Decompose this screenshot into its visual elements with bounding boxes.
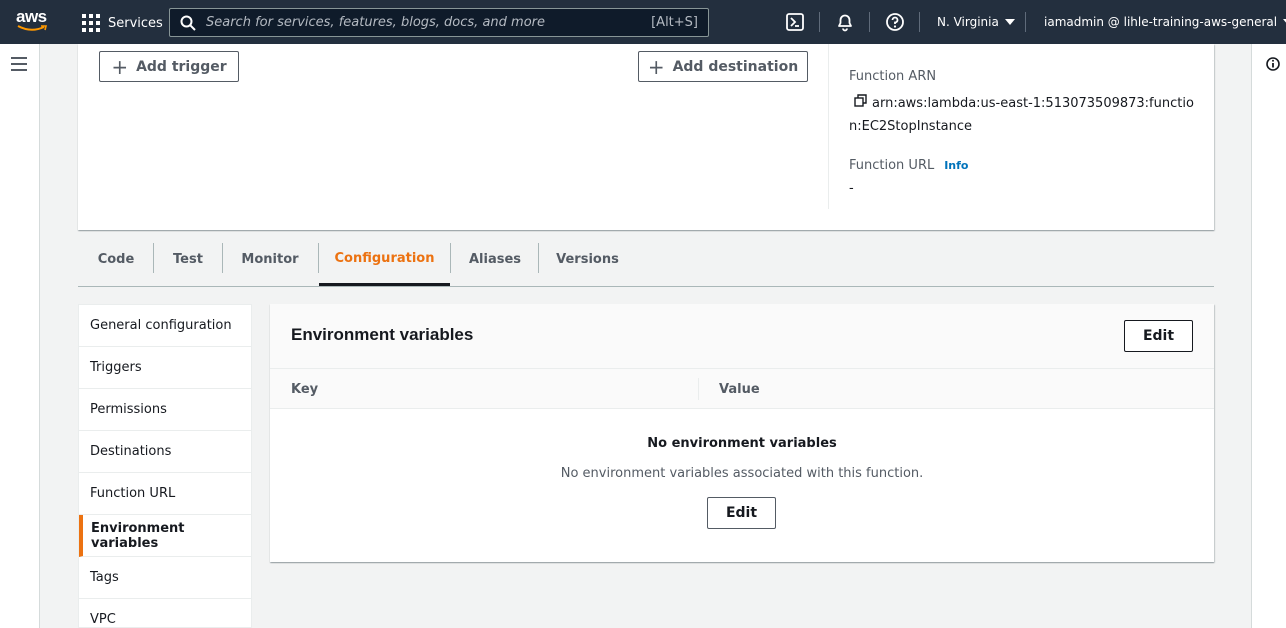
add-trigger-label: Add trigger — [136, 58, 227, 75]
tab-versions[interactable]: Versions — [539, 232, 636, 287]
services-label: Services — [108, 15, 163, 31]
search-bar[interactable]: [Alt+S] — [169, 8, 709, 37]
table-header: Key Value — [270, 369, 1214, 409]
column-header-key[interactable]: Key — [291, 382, 318, 397]
function-url-value: - — [849, 181, 854, 196]
tab-test[interactable]: Test — [154, 232, 222, 287]
tab-aliases[interactable]: Aliases — [451, 232, 539, 287]
arn-line-1: arn:aws:lambda:us-east-1:513073509873:fu… — [872, 96, 1194, 111]
aws-smile-icon — [17, 25, 48, 31]
environment-variables-panel: Environment variables Edit Key Value No … — [270, 304, 1214, 562]
caret-down-icon — [1004, 19, 1015, 25]
plus-icon: + — [647, 54, 665, 79]
sidenav-item-destinations[interactable]: Destinations — [79, 431, 251, 473]
column-divider — [828, 44, 829, 209]
tab-configuration[interactable]: Configuration — [319, 232, 450, 286]
sidenav-item-general-configuration[interactable]: General configuration — [79, 305, 251, 347]
edit-button[interactable]: Edit — [1124, 320, 1193, 352]
sidenav-item-function-url[interactable]: Function URL — [79, 473, 251, 515]
sidenav-item-triggers[interactable]: Triggers — [79, 347, 251, 389]
add-destination-button[interactable]: + Add destination — [638, 51, 808, 82]
add-destination-label: Add destination — [672, 58, 799, 75]
empty-state-title: No environment variables — [647, 436, 837, 451]
aws-logo-text: aws — [16, 7, 47, 26]
function-overview-card: + Add trigger + Add destination Function… — [78, 44, 1214, 230]
configuration-side-nav: General configuration Triggers Permissio… — [78, 304, 252, 628]
search-input[interactable] — [206, 15, 636, 30]
tab-monitor[interactable]: Monitor — [223, 232, 317, 287]
function-url-info-link[interactable]: Info — [944, 159, 968, 172]
nav-divider — [1025, 12, 1026, 32]
add-trigger-button[interactable]: + Add trigger — [99, 51, 239, 82]
region-selector[interactable]: N. Virginia — [937, 15, 1015, 29]
function-arn-value: arn:aws:lambda:us-east-1:513073509873:fu… — [849, 92, 1212, 138]
hamburger-menu-icon[interactable] — [11, 57, 27, 71]
info-panel-icon[interactable] — [1266, 57, 1280, 71]
account-label: iamadmin @ lihle-training-aws-general — [1044, 15, 1278, 29]
top-navigation-bar: aws Services [Alt+S] N. Virginia — [0, 0, 1286, 44]
services-menu-button[interactable]: Services — [82, 13, 163, 33]
right-rail — [1251, 44, 1286, 628]
function-url-label-row: Function URL Info — [849, 158, 969, 173]
notifications-bell-icon[interactable] — [835, 12, 855, 32]
copy-icon[interactable] — [854, 94, 868, 108]
help-icon[interactable] — [885, 12, 905, 32]
account-menu[interactable]: iamadmin @ lihle-training-aws-general — [1044, 15, 1286, 29]
sidenav-item-tags[interactable]: Tags — [79, 557, 251, 599]
panel-header: Environment variables Edit — [270, 304, 1214, 369]
sidenav-item-vpc[interactable]: VPC — [79, 599, 251, 628]
empty-state-edit-button[interactable]: Edit — [707, 497, 776, 529]
region-label: N. Virginia — [937, 15, 999, 29]
column-divider — [698, 378, 699, 400]
empty-state-description: No environment variables associated with… — [560, 466, 924, 481]
plus-icon: + — [111, 54, 129, 79]
sidenav-item-permissions[interactable]: Permissions — [79, 389, 251, 431]
tab-code[interactable]: Code — [78, 232, 154, 287]
search-shortcut-hint: [Alt+S] — [651, 15, 698, 30]
left-rail — [0, 44, 40, 628]
arn-line-2: n:EC2StopInstance — [849, 119, 973, 134]
function-arn-label: Function ARN — [849, 69, 937, 84]
search-icon — [180, 15, 196, 31]
nav-divider — [869, 12, 870, 32]
cloudshell-icon[interactable] — [785, 12, 805, 32]
function-tabs: Code Test Monitor Configuration Aliases … — [78, 232, 1214, 287]
aws-logo[interactable]: aws — [16, 8, 50, 36]
panel-title: Environment variables — [291, 325, 474, 344]
sidenav-item-environment-variables[interactable]: Environment variables — [79, 515, 251, 557]
nav-divider — [919, 12, 920, 32]
column-header-value[interactable]: Value — [719, 382, 760, 397]
grid-menu-icon — [82, 14, 100, 32]
nav-divider — [819, 12, 820, 32]
function-url-label: Function URL — [849, 158, 935, 173]
